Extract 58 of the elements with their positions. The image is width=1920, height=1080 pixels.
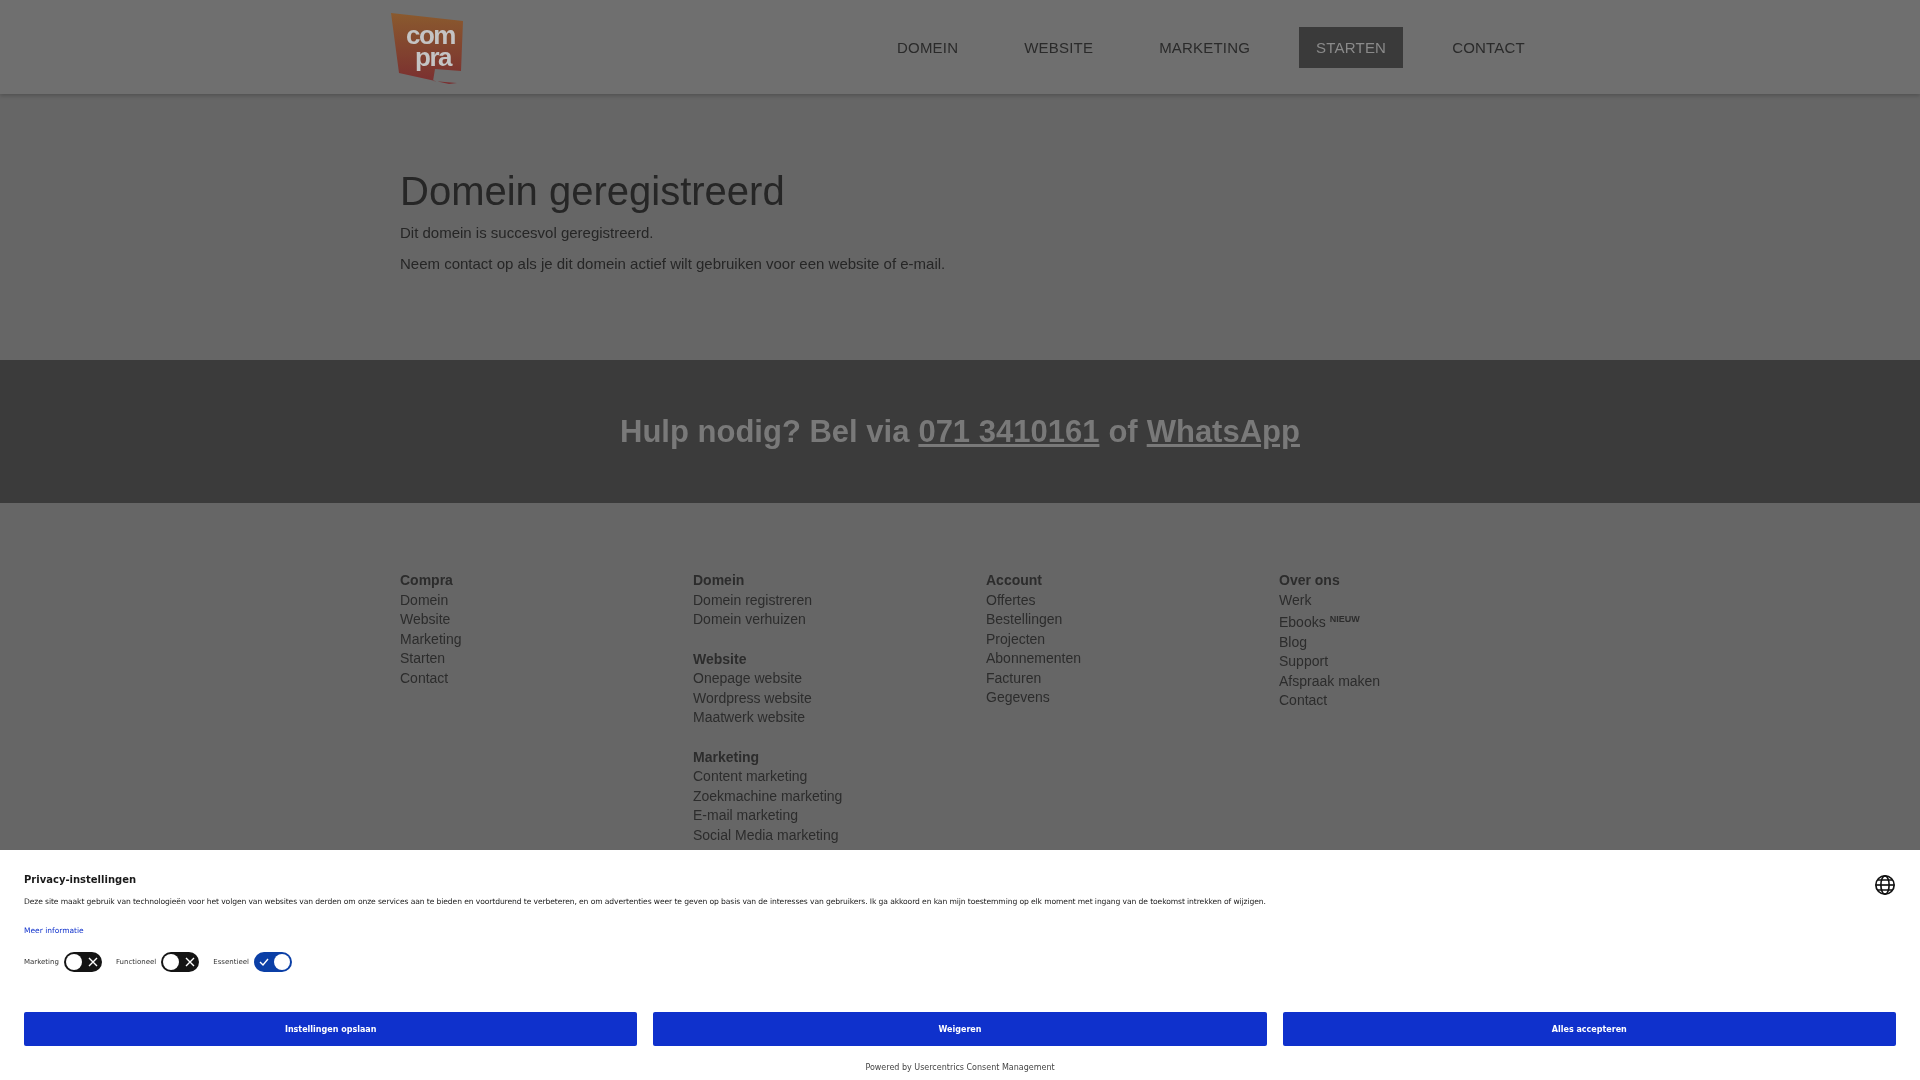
footer-link[interactable]: Gegevens xyxy=(986,688,1279,708)
nav-link[interactable]: CONTACT xyxy=(1435,26,1542,68)
powered-by-text: Powered by Usercentrics Consent Management xyxy=(865,1063,1055,1072)
page-title: Domein geregistreerd xyxy=(400,169,786,214)
footer-heading: Compra xyxy=(400,571,454,590)
footer-heading: Website xyxy=(693,649,748,669)
consent-button[interactable]: Alles accepteren xyxy=(1282,1012,1896,1046)
footer-link[interactable]: Zoekmachine marketing xyxy=(693,786,986,806)
footer-heading: Domein xyxy=(693,571,746,590)
footer-link[interactable]: Onepage website xyxy=(693,669,986,689)
nav-link[interactable]: STARTEN xyxy=(1299,26,1404,68)
whatsapp-link[interactable]: WhatsApp xyxy=(1146,413,1300,450)
toggle-switch[interactable] xyxy=(253,952,292,972)
nav-link[interactable]: WEBSITE xyxy=(1007,26,1111,68)
language-icon[interactable] xyxy=(1874,874,1896,896)
footer-link[interactable]: Marketing xyxy=(400,629,693,649)
toggle-switch[interactable] xyxy=(63,952,102,972)
footer-link[interactable]: Maatwerk website xyxy=(693,708,986,728)
footer-link[interactable]: Content marketing xyxy=(693,767,986,787)
footer-link[interactable]: Offertes xyxy=(986,590,1279,610)
footer-link[interactable]: Website xyxy=(400,610,693,630)
check-icon xyxy=(258,957,269,967)
close-icon xyxy=(87,957,98,967)
banner-title: Privacy-instellingen xyxy=(24,874,138,885)
paragraph: Dit domein is succesvol geregistreerd. xyxy=(400,224,655,241)
footer-link[interactable]: Projecten xyxy=(986,629,1279,649)
footer-link[interactable]: Abonnementen xyxy=(986,649,1279,669)
footer-link[interactable]: Wordpress website xyxy=(693,688,986,708)
footer-link[interactable]: Social Media marketing xyxy=(693,825,986,845)
nav-link[interactable]: MARKETING xyxy=(1142,26,1268,68)
footer-link[interactable]: Contact xyxy=(1279,691,1572,711)
footer-link[interactable]: E-mail marketing xyxy=(693,806,986,826)
footer-link[interactable]: Ebooks xyxy=(1279,614,1326,630)
logo[interactable]: com pra xyxy=(391,10,464,84)
footer-link[interactable]: Support xyxy=(1279,652,1572,672)
paragraph: Neem contact op als je dit domein actief wilt gebruiken voor een website of e-mail. xyxy=(400,255,947,272)
footer-link[interactable]: Blog xyxy=(1279,632,1572,652)
consent-button[interactable]: Weigeren xyxy=(653,1012,1267,1046)
footer-heading: Account xyxy=(986,571,1043,590)
footer-link[interactable]: Domein xyxy=(400,590,693,610)
help-text: Hulp nodig? Bel via xyxy=(620,413,910,450)
footer-link[interactable]: Bestellingen xyxy=(986,610,1279,630)
footer-link[interactable]: Contact xyxy=(400,668,693,688)
consent-button[interactable]: Instellingen opslaan xyxy=(24,1012,638,1046)
close-icon xyxy=(185,957,196,967)
footer-link[interactable]: Facturen xyxy=(986,668,1279,688)
toggle-switch[interactable] xyxy=(161,952,200,972)
nav-link[interactable]: DOMEIN xyxy=(880,26,976,68)
footer-link[interactable]: Domein registreren xyxy=(693,590,986,610)
footer-link[interactable]: Afspraak maken xyxy=(1279,671,1572,691)
help-text: of xyxy=(1108,413,1138,450)
footer-link[interactable]: Starten xyxy=(400,649,693,669)
footer-heading: Over ons xyxy=(1279,571,1341,590)
footer-link[interactable]: Werk xyxy=(1279,590,1572,610)
footer-heading: Marketing xyxy=(693,747,761,767)
phone-link[interactable]: 071 3410161 xyxy=(918,413,1100,450)
footer-link[interactable]: Domein verhuizen xyxy=(693,610,986,630)
new-label: NIEUW xyxy=(1329,614,1360,624)
